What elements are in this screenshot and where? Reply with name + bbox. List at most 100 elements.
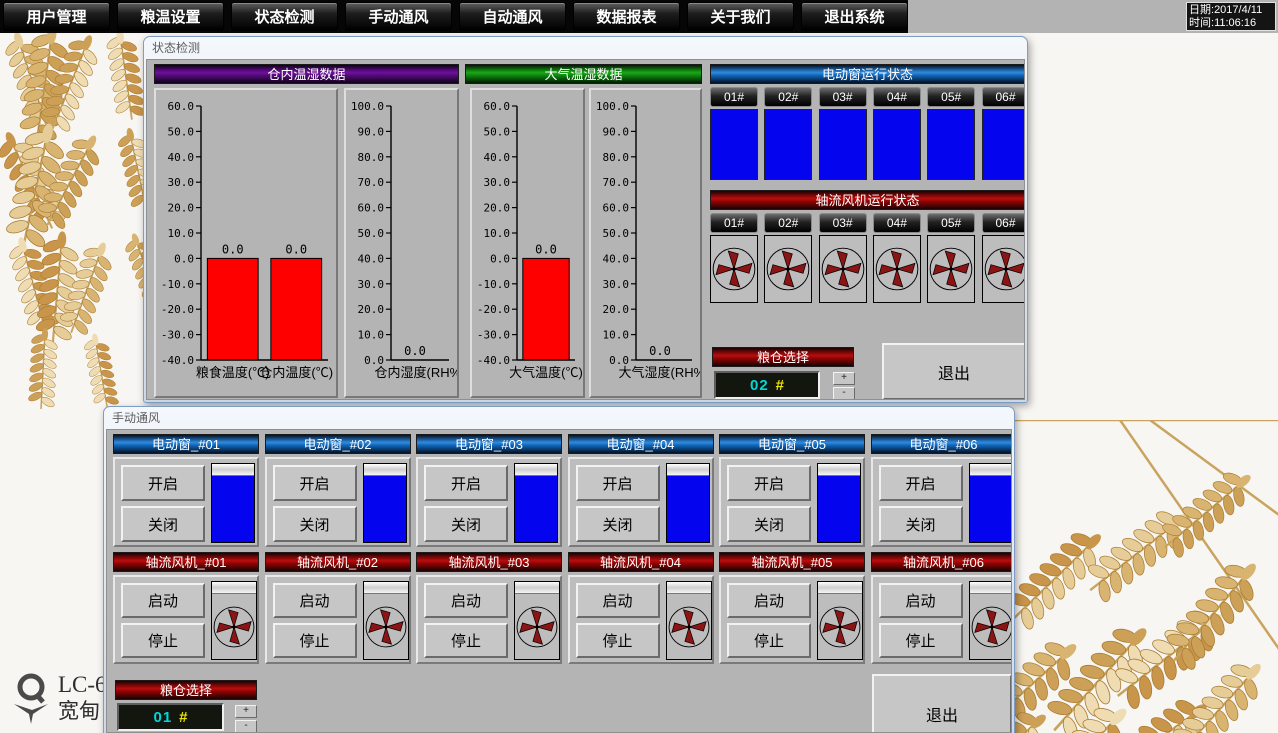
menu-item-data-reports[interactable]: 数据报表 — [573, 2, 680, 31]
status-bin-up-button[interactable]: + — [833, 372, 855, 385]
indicator-band — [818, 582, 862, 594]
fan-indicator-panel — [817, 581, 863, 660]
fan-start-button[interactable]: 启动 — [727, 583, 811, 618]
status-window-titlebar[interactable]: 状态检测 — [144, 37, 1027, 59]
indicator-band — [212, 464, 254, 476]
window-open-button[interactable]: 开启 — [424, 465, 508, 501]
window-open-button[interactable]: 开启 — [879, 465, 963, 501]
window-close-button[interactable]: 关闭 — [576, 506, 660, 542]
indicator-band — [667, 582, 711, 594]
fan-stop-button[interactable]: 停止 — [273, 623, 357, 658]
window-position-indicator — [666, 463, 710, 543]
fan-wrap — [212, 594, 256, 659]
menu-item-auto-ventilation[interactable]: 自动通风 — [459, 2, 566, 31]
window-position-indicator — [211, 463, 255, 543]
svg-text:-20.0: -20.0 — [161, 303, 194, 316]
status-exit-button[interactable]: 退出 — [882, 343, 1025, 400]
fan-column-header: 轴流风机_#03 — [416, 552, 562, 572]
manual-bin-display: 01 # — [117, 703, 224, 731]
indicator-band — [515, 464, 557, 476]
fan-start-button[interactable]: 启动 — [424, 583, 508, 618]
fan-stop-button[interactable]: 停止 — [879, 623, 963, 658]
menu-item-grain-temp-settings[interactable]: 粮温设置 — [117, 2, 224, 31]
fan-column-box: 启动停止 — [113, 575, 259, 664]
window-close-button[interactable]: 关闭 — [424, 506, 508, 542]
fan-run-indicator — [764, 235, 812, 303]
fan-icon — [765, 240, 811, 298]
fan-column-header: 轴流风机_#02 — [265, 552, 411, 572]
manual-exit-button[interactable]: 退出 — [872, 674, 1012, 733]
manual-vent-window: 手动通风 电动窗_#01开启关闭电动窗_#02开启关闭电动窗_#03开启关闭电动… — [103, 406, 1015, 733]
menu-item-status-detection[interactable]: 状态检测 — [231, 2, 338, 31]
svg-text:80.0: 80.0 — [358, 151, 385, 164]
manual-bin-select-header: 粮仓选择 — [115, 680, 257, 700]
window-close-button[interactable]: 关闭 — [121, 506, 205, 542]
menu-item-manual-ventilation[interactable]: 手动通风 — [345, 2, 452, 31]
fan-unit-label: 04# — [873, 213, 921, 233]
manual-bin-suffix: # — [179, 709, 187, 726]
svg-text:50.0: 50.0 — [168, 125, 195, 138]
manual-window-titlebar[interactable]: 手动通风 — [104, 407, 1014, 429]
window-close-button[interactable]: 关闭 — [879, 506, 963, 542]
window-close-button[interactable]: 关闭 — [273, 506, 357, 542]
svg-text:0.0: 0.0 — [174, 252, 194, 265]
logo-text-line1: LC-6 — [58, 672, 107, 698]
manual-window-title: 手动通风 — [112, 411, 160, 425]
fan-column-header: 轴流风机_#04 — [568, 552, 714, 572]
indicator-band — [212, 582, 256, 594]
atmos-env-header: 大气温湿数据 — [465, 64, 702, 84]
datetime-box: 日期: 2017/4/11 时间: 11:06:16 — [1186, 2, 1276, 31]
fan-icon — [212, 597, 256, 657]
fan-stop-button[interactable]: 停止 — [424, 623, 508, 658]
menu-bar: 用户管理粮温设置状态检测手动通风自动通风数据报表关于我们退出系统 — [0, 0, 908, 33]
manual-bin-up-button[interactable]: + — [235, 705, 257, 718]
window-open-button[interactable]: 开启 — [121, 465, 205, 501]
manual-bin-down-button[interactable]: - — [235, 720, 257, 733]
svg-text:40.0: 40.0 — [603, 252, 630, 265]
window-open-button[interactable]: 开启 — [576, 465, 660, 501]
window-column-box: 开启关闭 — [416, 457, 562, 547]
chart-atmos-hum-svg: 100.090.080.070.060.050.040.030.020.010.… — [591, 90, 700, 396]
svg-text:60.0: 60.0 — [603, 202, 630, 215]
svg-text:-30.0: -30.0 — [161, 329, 194, 342]
window-column-box: 开启关闭 — [871, 457, 1013, 547]
window-open-button[interactable]: 开启 — [273, 465, 357, 501]
svg-text:60.0: 60.0 — [484, 100, 511, 113]
window-column-header: 电动窗_#01 — [113, 434, 259, 454]
menu-item-user-management[interactable]: 用户管理 — [3, 2, 110, 31]
svg-text:20.0: 20.0 — [484, 202, 511, 215]
menu-item-about-us[interactable]: 关于我们 — [687, 2, 794, 31]
fan-start-button[interactable]: 启动 — [273, 583, 357, 618]
fan-start-button[interactable]: 启动 — [121, 583, 205, 618]
svg-text:10.0: 10.0 — [484, 227, 511, 240]
windows-status-header: 电动窗运行状态 — [710, 64, 1025, 84]
window-unit-label: 02# — [764, 87, 812, 107]
fan-start-button[interactable]: 启动 — [576, 583, 660, 618]
window-open-button[interactable]: 开启 — [727, 465, 811, 501]
fan-column-box: 启动停止 — [871, 575, 1013, 664]
fan-unit-label: 05# — [927, 213, 975, 233]
window-open-indicator — [819, 109, 867, 180]
fan-icon — [364, 597, 408, 657]
fan-stop-button[interactable]: 停止 — [121, 623, 205, 658]
fan-start-button[interactable]: 启动 — [879, 583, 963, 618]
menu-item-exit-system[interactable]: 退出系统 — [801, 2, 908, 31]
window-unit-label: 05# — [927, 87, 975, 107]
fan-stop-button[interactable]: 停止 — [576, 623, 660, 658]
window-unit-label: 01# — [710, 87, 758, 107]
time-label: 时间: — [1189, 17, 1214, 30]
date-value: 2017/4/11 — [1214, 4, 1262, 17]
status-bin-down-button[interactable]: - — [833, 387, 855, 400]
svg-text:0.0: 0.0 — [649, 344, 671, 358]
svg-text:40.0: 40.0 — [168, 151, 195, 164]
svg-text:-10.0: -10.0 — [161, 278, 194, 291]
fan-unit-label: 02# — [764, 213, 812, 233]
wheat-decoration-left — [0, 33, 145, 423]
fan-stop-button[interactable]: 停止 — [727, 623, 811, 658]
fan-icon — [874, 240, 920, 298]
window-unit-label: 04# — [873, 87, 921, 107]
window-close-button[interactable]: 关闭 — [727, 506, 811, 542]
fan-indicator-panel — [211, 581, 257, 660]
chart-bin-temperature: 60.050.040.030.020.010.00.0-10.0-20.0-30… — [154, 88, 338, 398]
svg-text:-10.0: -10.0 — [477, 278, 510, 291]
